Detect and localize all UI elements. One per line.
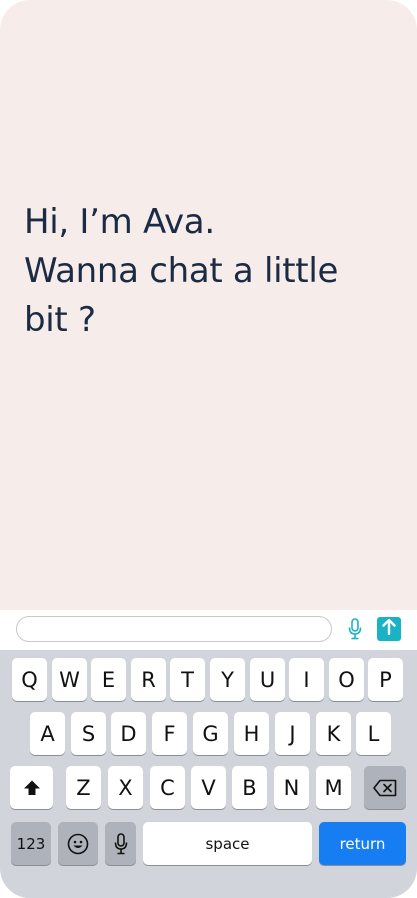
key-x[interactable]: X [108,766,143,809]
key-h[interactable]: H [234,712,269,755]
key-w[interactable]: W [52,658,87,701]
microphone-icon [114,832,128,855]
space-key[interactable]: space [143,822,312,865]
phone-screen: Hi, I’m Ava. Wanna chat a little bit ? Q… [0,0,417,898]
key-s[interactable]: S [71,712,106,755]
send-button[interactable] [377,617,401,641]
emoji-face-icon [67,833,89,855]
arrow-up-icon [382,618,396,639]
key-b[interactable]: B [232,766,267,809]
emoji-key[interactable] [58,822,98,865]
greeting-line-1: Hi, I’m Ava. [24,202,215,242]
key-z[interactable]: Z [66,766,101,809]
backspace-key[interactable] [364,766,406,809]
key-n[interactable]: N [274,766,309,809]
key-e[interactable]: E [91,658,126,701]
key-c[interactable]: C [150,766,185,809]
key-g[interactable]: G [193,712,228,755]
backspace-icon [373,779,397,797]
key-q[interactable]: Q [12,658,47,701]
greeting-line-3: bit ? [24,300,96,340]
shift-arrow-icon [23,779,41,797]
message-input[interactable] [16,616,332,642]
dictation-key[interactable] [105,822,136,865]
greeting-line-2: Wanna chat a little [24,251,339,291]
numbers-key[interactable]: 123 [11,822,51,865]
key-p[interactable]: P [368,658,403,701]
return-key[interactable]: return [319,822,406,865]
key-v[interactable]: V [191,766,226,809]
microphone-icon [348,618,362,644]
key-o[interactable]: O [329,658,364,701]
key-a[interactable]: A [30,712,65,755]
key-t[interactable]: T [170,658,205,701]
key-k[interactable]: K [316,712,351,755]
key-d[interactable]: D [111,712,146,755]
key-f[interactable]: F [152,712,187,755]
key-r[interactable]: R [131,658,166,701]
voice-input-button[interactable] [344,618,366,644]
key-m[interactable]: M [316,766,351,809]
key-i[interactable]: I [289,658,324,701]
shift-key[interactable] [10,766,53,809]
key-u[interactable]: U [250,658,285,701]
key-j[interactable]: J [275,712,310,755]
key-y[interactable]: Y [210,658,245,701]
message-input-bar [0,610,417,650]
on-screen-keyboard: Q W E R T Y U I O P A S D F G H J K L Z … [0,650,417,898]
greeting-message: Hi, I’m Ava. Wanna chat a little bit ? [24,198,374,345]
key-l[interactable]: L [356,712,391,755]
